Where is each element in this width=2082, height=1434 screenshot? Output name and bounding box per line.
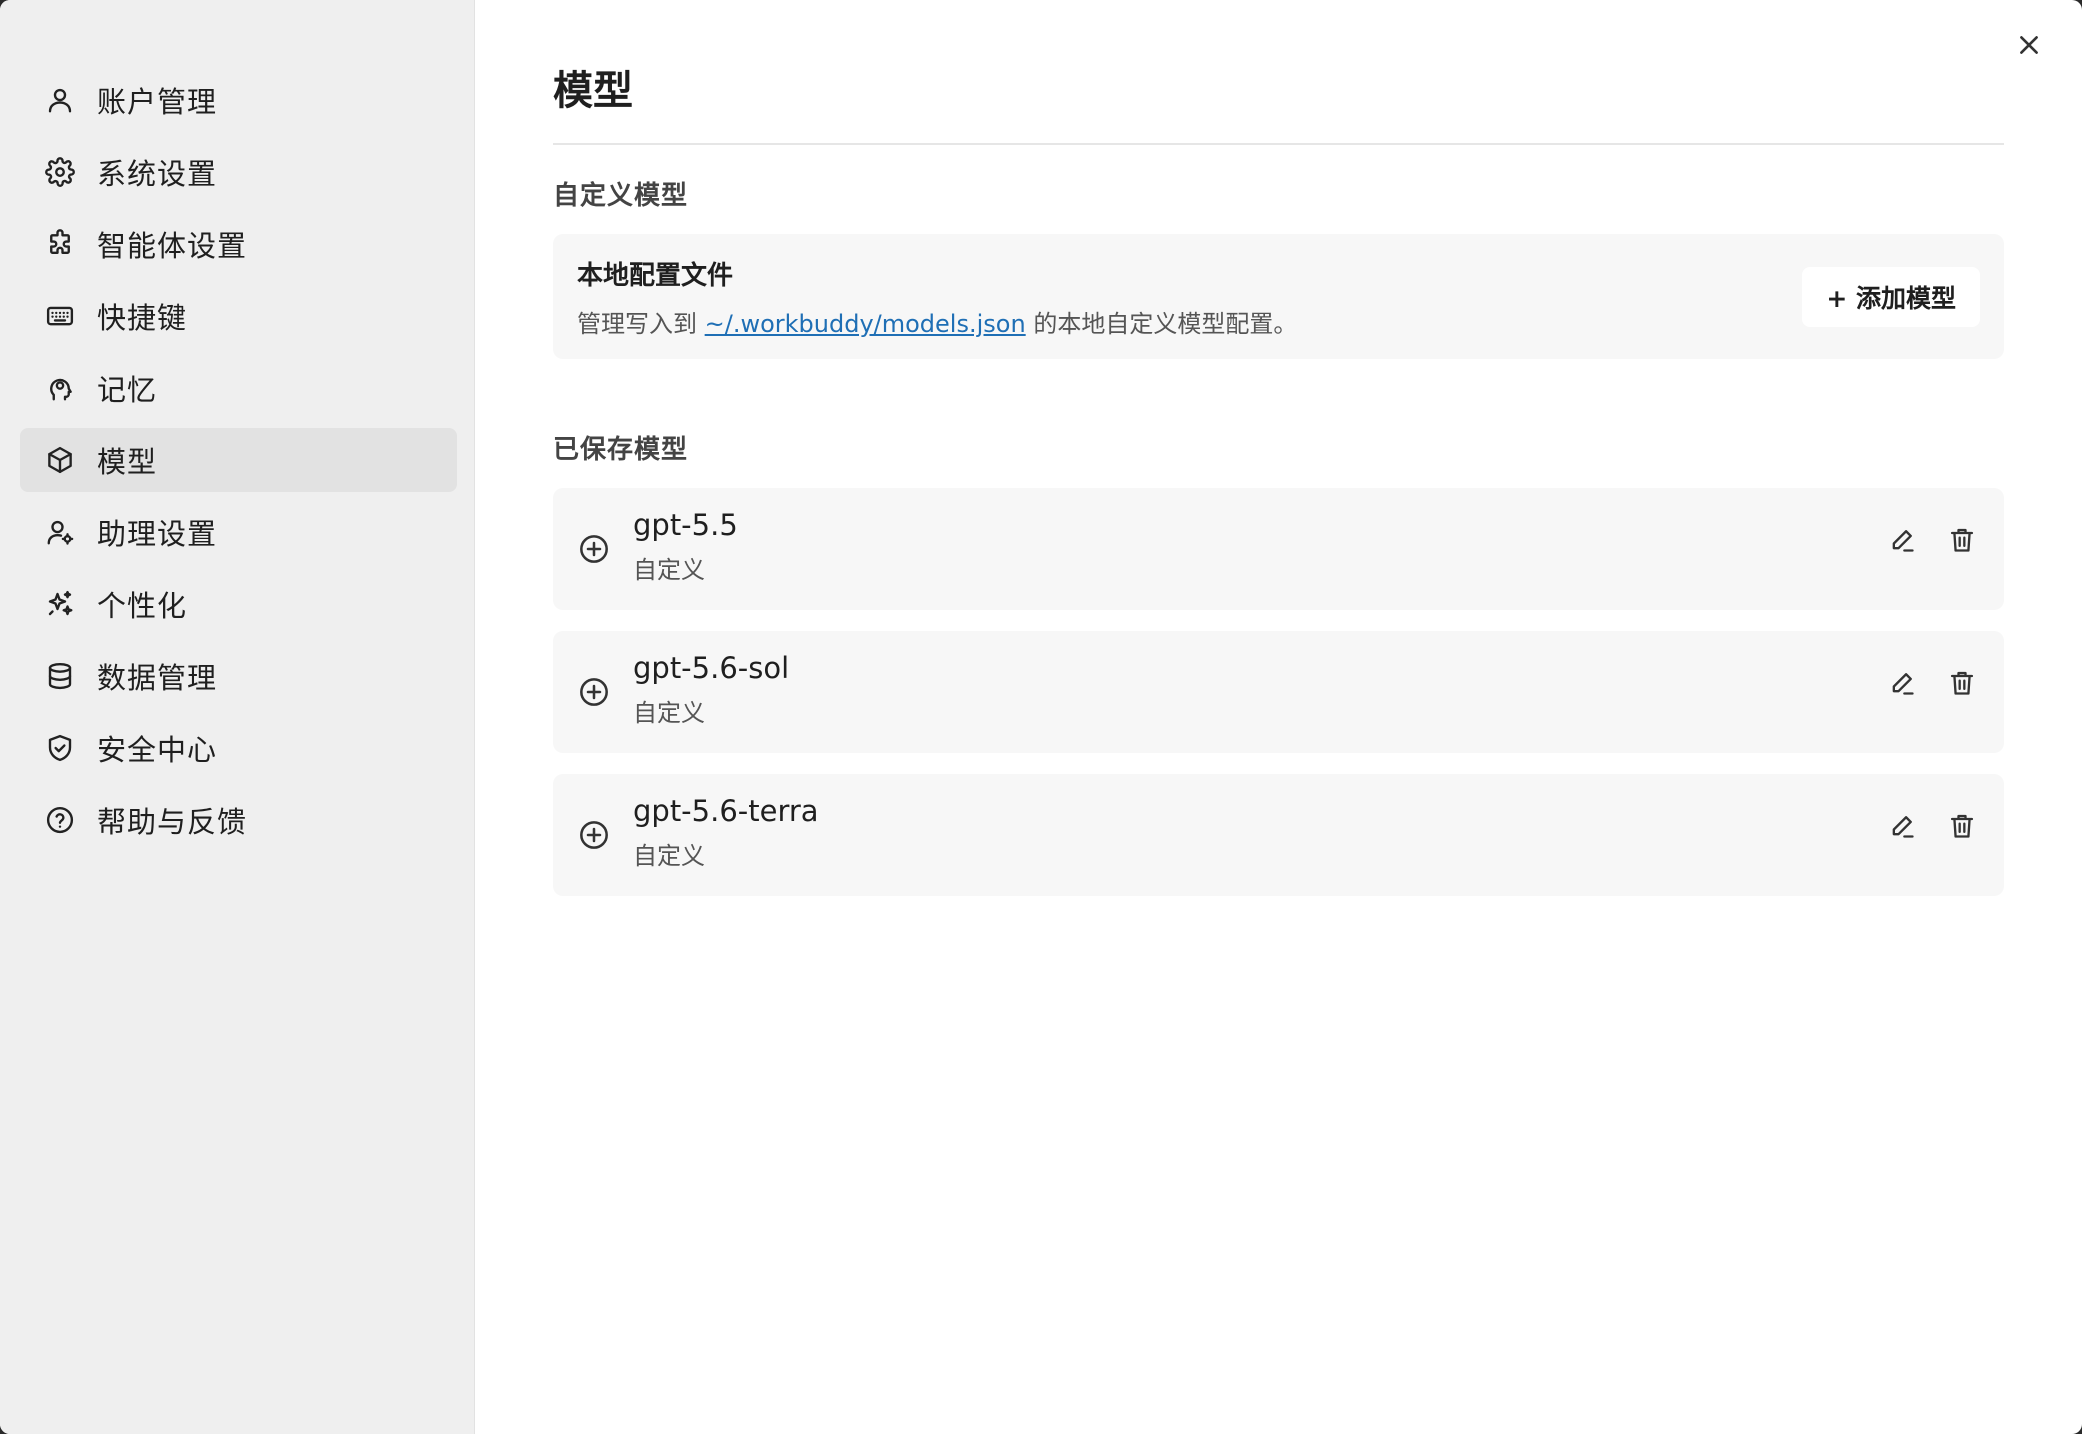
sidebar-item-system[interactable]: 系统设置 — [20, 140, 457, 204]
local-config-desc: 管理写入到 ~/.workbuddy/models.json 的本地自定义模型配… — [577, 304, 1297, 339]
sparkles-icon — [44, 588, 76, 620]
title-divider — [553, 143, 2004, 145]
help-circle-icon — [44, 804, 76, 836]
model-card[interactable]: gpt-5.6-sol 自定义 — [553, 631, 2004, 753]
model-info: gpt-5.6-terra 自定义 — [633, 794, 1860, 871]
sidebar-item-label: 模型 — [97, 445, 158, 479]
add-model-button[interactable]: + 添加模型 — [1802, 266, 1980, 327]
sidebar-item-label: 数据管理 — [97, 661, 218, 695]
trash-icon — [1950, 671, 1974, 695]
model-actions — [1860, 808, 1980, 844]
edit-button[interactable] — [1884, 522, 1920, 558]
sidebar-item-label: 安全中心 — [97, 733, 218, 767]
model-type: 自定义 — [633, 555, 705, 584]
user-gear-icon — [44, 516, 76, 548]
sidebar-item-label: 个性化 — [97, 589, 188, 623]
custom-models-heading: 自定义模型 — [553, 181, 689, 211]
plus-circle-icon — [577, 532, 611, 566]
sidebar-item-memory[interactable]: 记忆 — [20, 356, 457, 420]
edit-button[interactable] — [1884, 808, 1920, 844]
local-config-title: 本地配置文件 — [577, 260, 734, 291]
sidebar-item-help[interactable]: 帮助与反馈 — [20, 788, 457, 852]
model-type: 自定义 — [633, 841, 705, 870]
gear-icon — [44, 156, 76, 188]
sidebar-item-agent[interactable]: 智能体设置 — [20, 212, 457, 276]
edit-button[interactable] — [1884, 665, 1920, 701]
settings-sidebar: 账户管理 系统设置 智能体设置 快捷键 记忆 模型 助理设置 个性化 数据管理 … — [0, 0, 475, 1434]
sidebar-item-account[interactable]: 账户管理 — [20, 68, 457, 132]
sidebar-item-security[interactable]: 安全中心 — [20, 716, 457, 780]
keyboard-icon — [44, 300, 76, 332]
local-config-card: 本地配置文件 管理写入到 ~/.workbuddy/models.json 的本… — [553, 234, 2004, 359]
sidebar-item-label: 记忆 — [97, 373, 158, 407]
puzzle-icon — [44, 228, 76, 260]
sidebar-item-assistant[interactable]: 助理设置 — [20, 500, 457, 564]
sidebar-item-personalize[interactable]: 个性化 — [20, 572, 457, 636]
page-title: 模型 — [553, 68, 633, 114]
pencil-icon — [1892, 673, 1914, 695]
close-button[interactable] — [2012, 28, 2046, 62]
plus-circle-icon — [577, 675, 611, 709]
model-name: gpt-5.5 — [633, 507, 738, 542]
settings-main: 模型 自定义模型 本地配置文件 管理写入到 ~/.workbuddy/model… — [475, 0, 2082, 1434]
delete-button[interactable] — [1944, 522, 1980, 558]
sidebar-item-label: 快捷键 — [97, 301, 188, 335]
delete-button[interactable] — [1944, 808, 1980, 844]
model-type: 自定义 — [633, 698, 705, 727]
sidebar-item-label: 帮助与反馈 — [97, 805, 248, 839]
model-card[interactable]: gpt-5.6-terra 自定义 — [553, 774, 2004, 896]
model-name: gpt-5.6-sol — [633, 650, 790, 685]
sidebar-item-data[interactable]: 数据管理 — [20, 644, 457, 708]
trash-icon — [1950, 528, 1974, 552]
model-actions — [1860, 522, 1980, 558]
model-name: gpt-5.6-terra — [633, 793, 819, 828]
config-file-link[interactable]: ~/.workbuddy/models.json — [705, 310, 1026, 338]
pencil-icon — [1892, 530, 1914, 552]
config-desc-prefix: 管理写入到 — [577, 309, 705, 338]
database-icon — [44, 660, 76, 692]
config-desc-suffix: 的本地自定义模型配置。 — [1025, 309, 1298, 338]
model-info: gpt-5.6-sol 自定义 — [633, 651, 1860, 728]
sidebar-item-shortcuts[interactable]: 快捷键 — [20, 284, 457, 348]
sidebar-item-models[interactable]: 模型 — [20, 428, 457, 492]
local-config-text: 本地配置文件 管理写入到 ~/.workbuddy/models.json 的本… — [577, 255, 1297, 339]
sidebar-item-label: 助理设置 — [97, 517, 218, 551]
brain-icon — [44, 372, 76, 404]
sidebar-item-label: 智能体设置 — [97, 229, 248, 263]
trash-icon — [1950, 814, 1974, 838]
model-actions — [1860, 665, 1980, 701]
pencil-icon — [1892, 816, 1914, 838]
cube-icon — [44, 444, 76, 476]
close-icon — [2020, 36, 2038, 54]
saved-models-heading: 已保存模型 — [553, 435, 689, 465]
plus-circle-icon — [577, 818, 611, 852]
sidebar-item-label: 账户管理 — [97, 85, 218, 119]
shield-check-icon — [44, 732, 76, 764]
model-card[interactable]: gpt-5.5 自定义 — [553, 488, 2004, 610]
model-info: gpt-5.5 自定义 — [633, 508, 1860, 585]
sidebar-item-label: 系统设置 — [97, 157, 218, 191]
user-icon — [44, 84, 76, 116]
settings-window: 账户管理 系统设置 智能体设置 快捷键 记忆 模型 助理设置 个性化 数据管理 … — [0, 0, 2082, 1434]
delete-button[interactable] — [1944, 665, 1980, 701]
